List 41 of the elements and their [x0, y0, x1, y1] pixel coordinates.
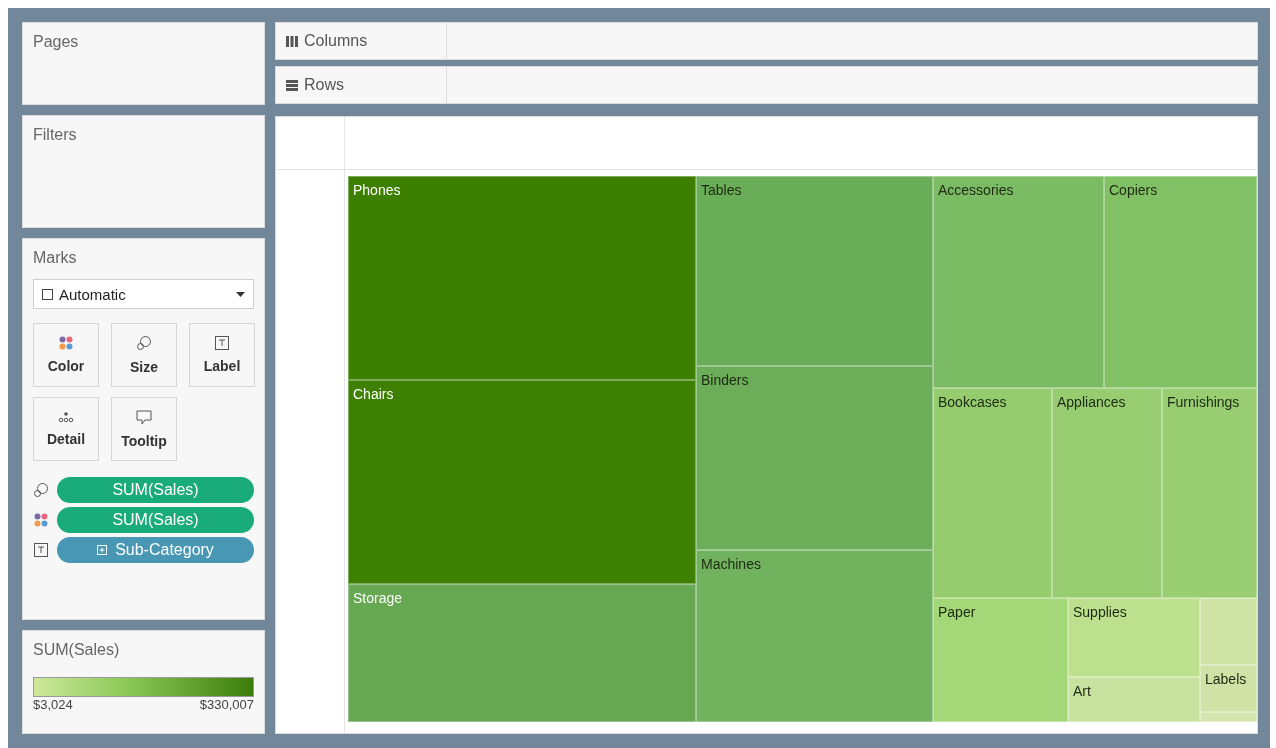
treemap-tile: Chairs [348, 380, 696, 584]
mark-property-button[interactable]: Color [33, 323, 99, 387]
card-title: Marks [33, 249, 78, 267]
shelf-label: Columns [276, 23, 447, 59]
legend-min-label: $3,024 [33, 697, 73, 712]
mark-property-button[interactable]: Size [111, 323, 177, 387]
treemap-tile: Art [1068, 677, 1200, 722]
speech-bubble-icon [136, 409, 152, 425]
text-icon [215, 336, 229, 350]
treemap-tile: Furnishings [1162, 388, 1257, 598]
mark-property-button[interactable]: Detail [33, 397, 99, 461]
dots-icon [33, 513, 49, 527]
mark-property-button[interactable]: Tooltip [111, 397, 177, 461]
detail-icon [58, 411, 74, 423]
caret-icon [236, 291, 245, 297]
treemap-tile: Storage [348, 584, 696, 722]
size-icon [136, 335, 152, 351]
size-icon [33, 482, 49, 498]
mark-property-button[interactable]: Label [189, 323, 255, 387]
treemap-tile: Machines [696, 550, 933, 722]
expand-icon [97, 545, 108, 555]
treemap-tile: Phones [348, 176, 696, 380]
treemap-tile: Binders [696, 366, 933, 550]
rows-icon [286, 79, 298, 91]
treemap-tile: Paper [933, 598, 1068, 722]
treemap-tile: Bookcases [933, 388, 1052, 598]
treemap-tile: Supplies [1068, 598, 1200, 677]
treemap-tile: Tables [696, 176, 933, 366]
legend-max-label: $330,007 [199, 697, 254, 712]
mark-type-dropdown[interactable]: Automatic [33, 279, 254, 309]
legend-title: SUM(Sales) [33, 641, 121, 659]
treemap-tile: Labels [1200, 665, 1257, 712]
text-icon [33, 543, 49, 557]
shelf-label: Rows [276, 67, 447, 103]
card-title: Pages [33, 33, 80, 51]
dots-icon [59, 336, 73, 350]
columns-icon [286, 35, 298, 47]
card-title: Filters [33, 126, 78, 144]
treemap-tile: Accessories [933, 176, 1104, 388]
treemap-tile: Copiers [1104, 176, 1257, 388]
treemap-tile: Appliances [1052, 388, 1162, 598]
